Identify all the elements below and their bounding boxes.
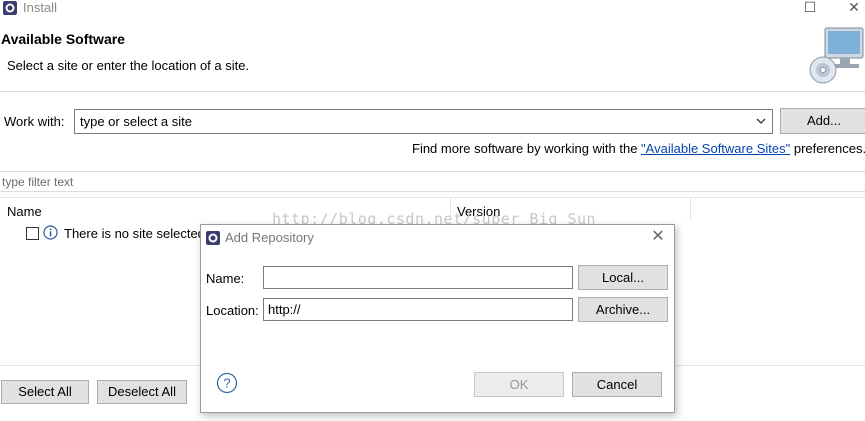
deselect-all-button[interactable]: Deselect All [97,380,187,404]
eclipse-icon [206,231,220,245]
install-software-icon [809,27,864,84]
available-sites-hint: Find more software by working with the "… [412,141,865,156]
cancel-button[interactable]: Cancel [572,372,662,397]
add-repository-dialog: Add Repository ✕ Name: Local... Location… [200,224,675,413]
name-field[interactable] [263,266,573,289]
window-title: Install [23,0,57,15]
chevron-down-icon[interactable] [753,113,769,129]
row-checkbox[interactable] [26,227,39,240]
archive-button[interactable]: Archive... [578,297,668,322]
wizard-header: Available Software Select a site or ente… [0,16,865,92]
info-icon [43,225,58,240]
location-label: Location: [206,303,259,318]
title-bar: Install ☐ ✕ [0,0,865,16]
local-button[interactable]: Local... [578,265,668,290]
select-all-button[interactable]: Select All [1,380,89,404]
hint-suffix: preferences. [790,141,865,156]
maximize-button[interactable]: ☐ [799,0,821,16]
close-icon[interactable]: ✕ [648,227,668,247]
add-site-button[interactable]: Add... [780,108,865,134]
page-title: Available Software [1,31,125,47]
column-header-name[interactable]: Name [7,204,42,219]
filter-field[interactable]: type filter text [0,171,865,192]
name-label: Name: [206,271,245,286]
work-with-combo[interactable]: type or select a site [74,109,773,134]
help-glyph: ? [223,376,230,391]
column-divider [690,198,691,220]
filter-placeholder: type filter text [2,175,74,189]
close-window-button[interactable]: ✕ [843,0,865,16]
eclipse-icon [3,1,17,15]
available-software-sites-link[interactable]: "Available Software Sites" [641,141,790,156]
work-with-combo-value: type or select a site [80,114,192,129]
page-subtitle: Select a site or enter the location of a… [7,58,250,73]
table-row: There is no site selected. [64,226,209,241]
hint-prefix: Find more software by working with the [412,141,642,156]
dialog-title: Add Repository [225,230,314,245]
location-field[interactable]: http:// [263,298,573,321]
work-with-label: Work with: [4,114,65,129]
help-icon[interactable]: ? [216,372,238,394]
ok-button[interactable]: OK [474,372,564,397]
